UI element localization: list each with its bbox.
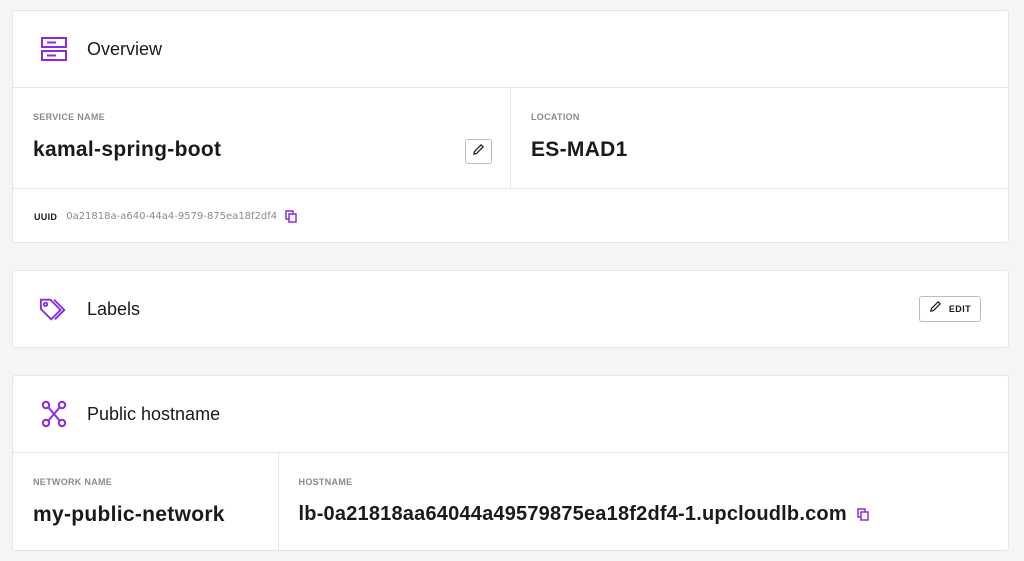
labels-card: Labels EDIT (12, 270, 1009, 348)
location-value: ES-MAD1 (531, 138, 628, 161)
edit-labels-label: EDIT (948, 304, 971, 314)
network-name-label: NETWORK NAME (33, 477, 113, 487)
server-icon (39, 34, 69, 64)
tag-icon (39, 294, 69, 324)
pencil-icon (929, 300, 942, 318)
location-cell: LOCATION ES-MAD1 (510, 88, 1008, 188)
copy-icon[interactable] (285, 210, 297, 223)
uuid-row: UUID 0a21818a-a640-44a4-9579-875ea18f2df… (13, 189, 1008, 244)
service-name-label: SERVICE NAME (33, 112, 105, 122)
public-hostname-card: Public hostname NETWORK NAME my-public-n… (12, 375, 1009, 552)
network-name-cell: NETWORK NAME my-public-network (13, 453, 278, 552)
network-name-value: my-public-network (33, 503, 225, 526)
edit-labels-button[interactable]: EDIT (918, 296, 981, 322)
uuid-label: UUID (34, 211, 58, 222)
location-label: LOCATION (531, 112, 580, 122)
network-icon (39, 399, 69, 429)
pencil-icon (472, 143, 485, 161)
copy-icon[interactable] (857, 508, 869, 521)
public-hostname-header: Public hostname (13, 376, 1008, 452)
service-name-value: kamal-spring-boot (33, 138, 222, 161)
labels-header: Labels EDIT (13, 271, 1008, 347)
service-name-cell: SERVICE NAME kamal-spring-boot (13, 88, 510, 188)
hostname-cell: HOSTNAME lb-0a21818aa64044a49579875ea18f… (277, 453, 1008, 552)
overview-title: Overview (87, 38, 163, 59)
edit-service-name-button[interactable] (465, 139, 492, 164)
uuid-value: 0a21818a-a640-44a4-9579-875ea18f2df4 (66, 211, 278, 222)
overview-header: Overview (13, 11, 1008, 87)
public-hostname-title: Public hostname (87, 403, 221, 424)
labels-title: Labels (87, 298, 141, 319)
hostname-value: lb-0a21818aa64044a49579875ea18f2df4-1.up… (298, 503, 847, 525)
hostname-label: HOSTNAME (298, 477, 353, 487)
overview-card: Overview SERVICE NAME kamal-spring-boot … (12, 10, 1009, 243)
